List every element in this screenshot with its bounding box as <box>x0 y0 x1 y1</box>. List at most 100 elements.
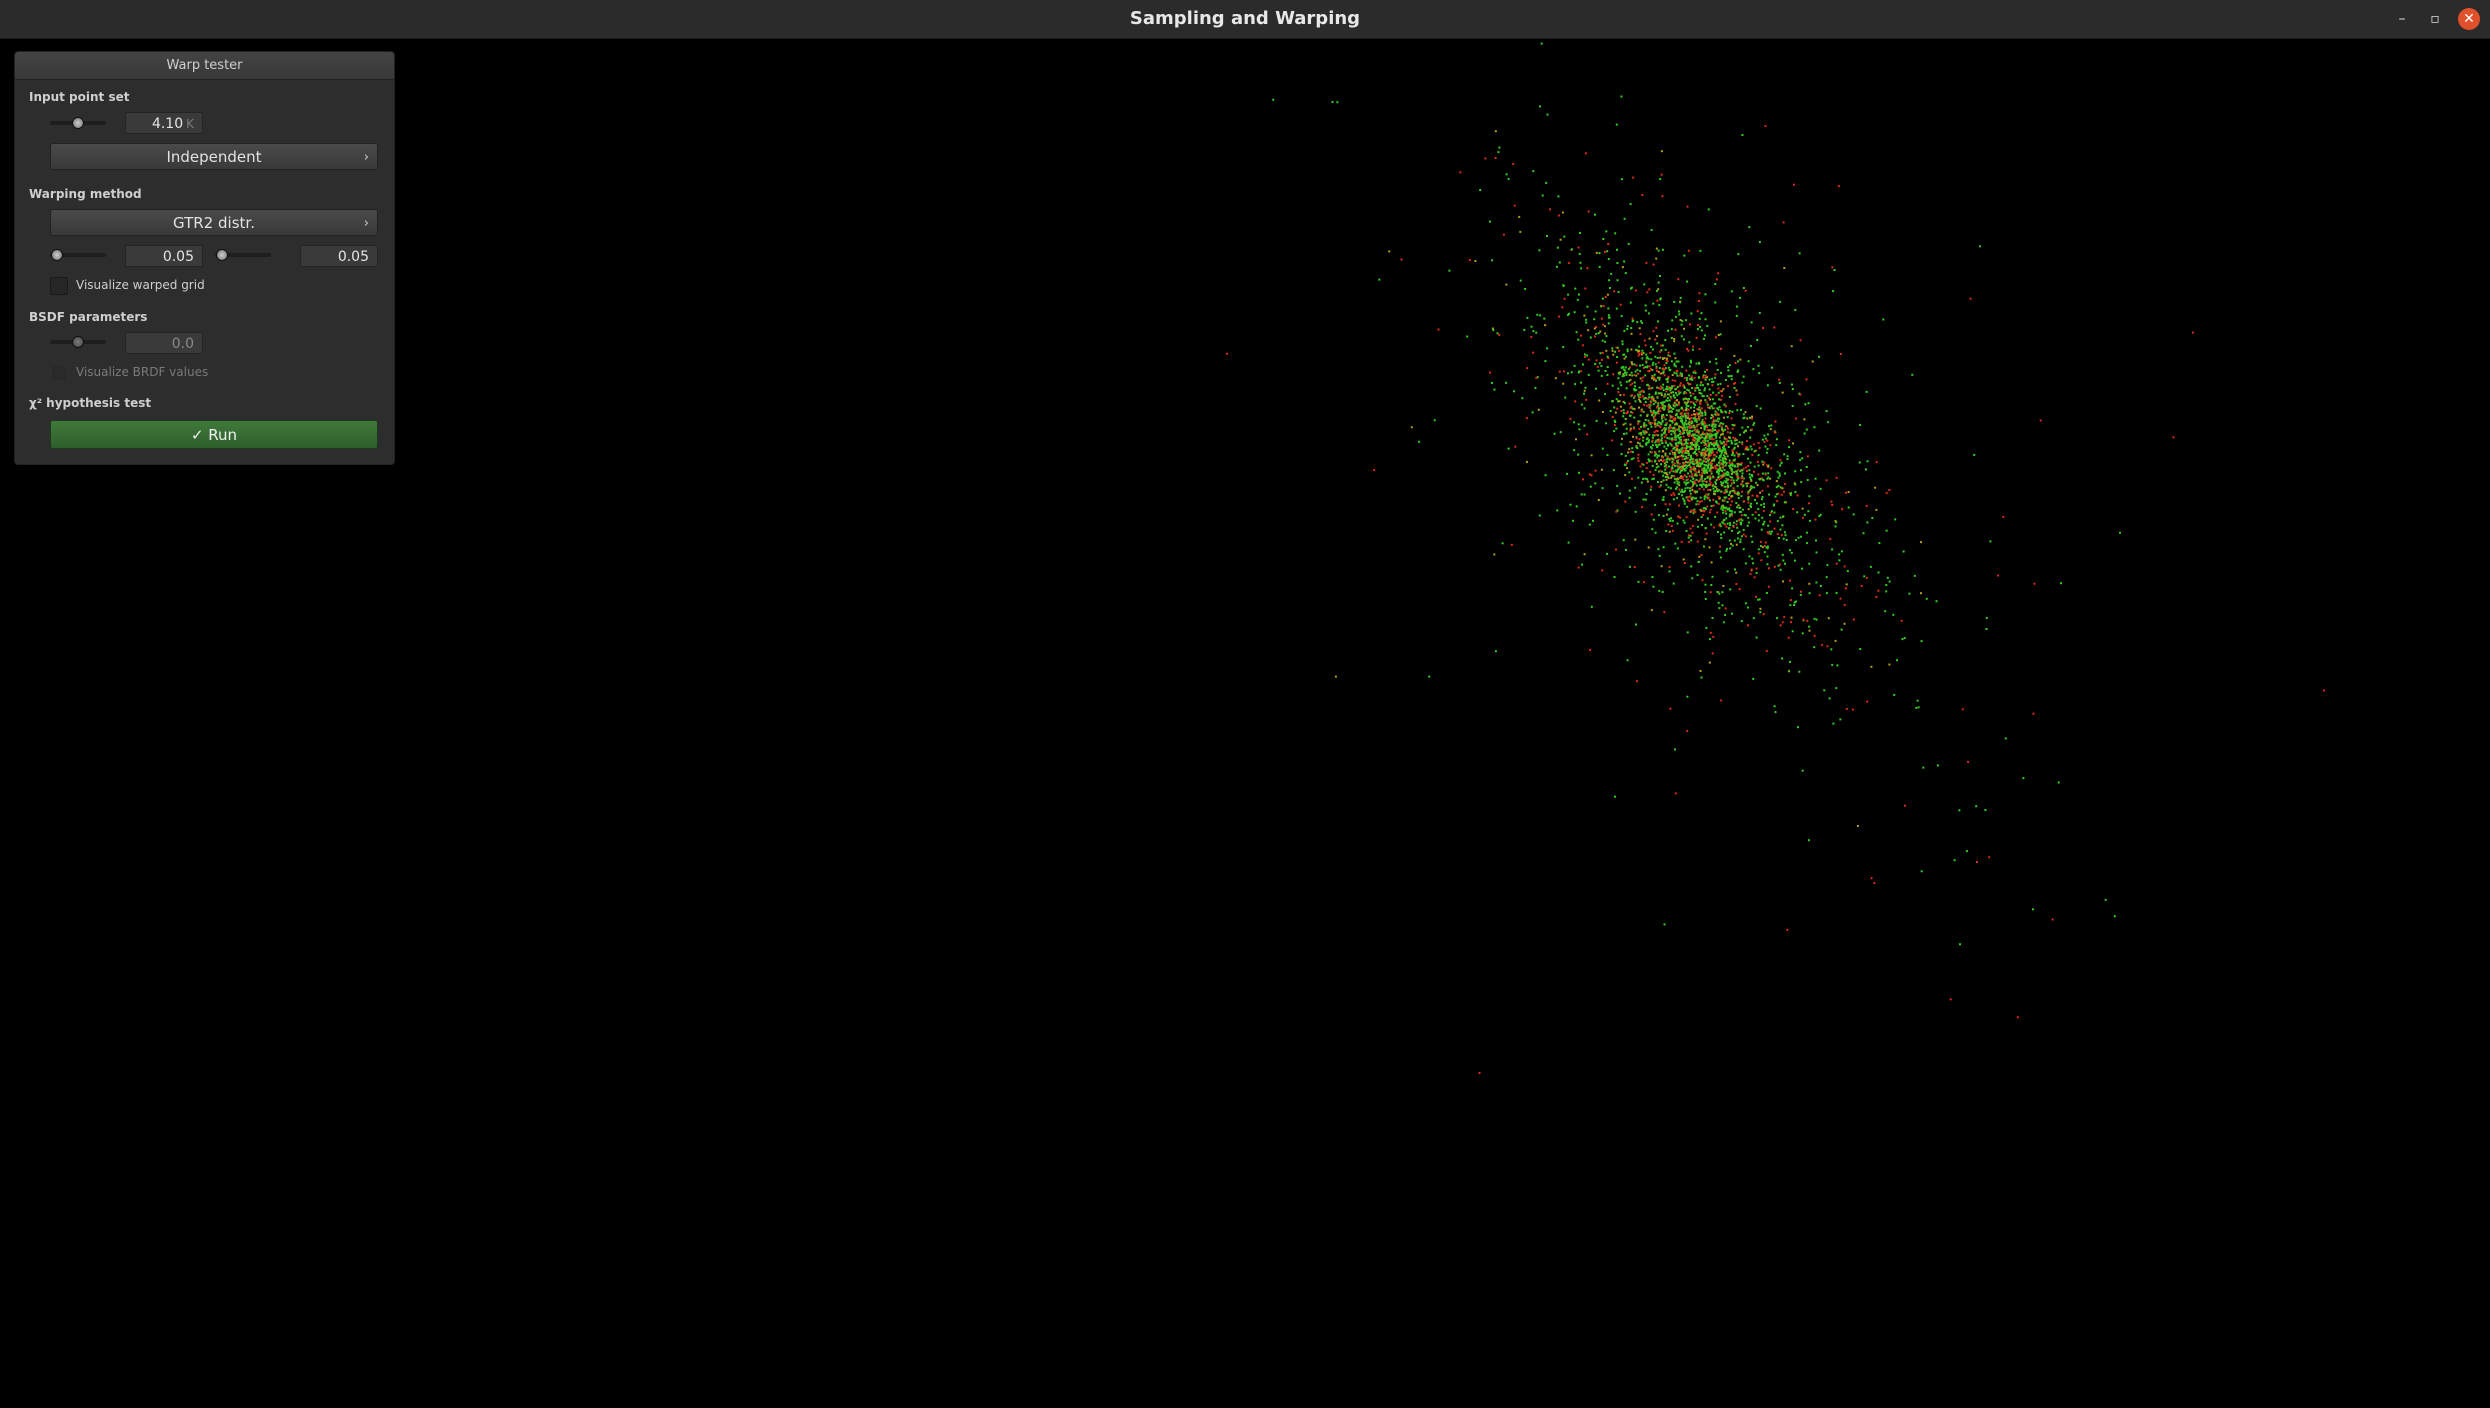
warping-method-dropdown[interactable]: GTR2 distr. › <box>50 209 378 236</box>
sample-point <box>1729 524 1732 527</box>
sample-point <box>1985 617 1988 620</box>
close-icon[interactable]: ✕ <box>2458 8 2480 30</box>
sample-point <box>1747 516 1750 519</box>
sample-point <box>1638 442 1641 445</box>
maximize-icon[interactable]: ▫ <box>2424 8 2446 30</box>
sample-point <box>1701 474 1704 477</box>
sample-point <box>1661 344 1664 347</box>
sample-point <box>1616 262 1619 264</box>
point-count-field[interactable]: 4.10 K <box>125 112 203 134</box>
sample-point <box>1665 427 1667 430</box>
sample-point <box>1558 315 1560 318</box>
sample-point <box>1715 394 1718 396</box>
slider-knob[interactable] <box>216 249 228 261</box>
sample-point <box>1772 504 1775 507</box>
point-set-dropdown[interactable]: Independent › <box>50 143 378 170</box>
sample-point <box>1610 272 1613 275</box>
sample-point <box>1615 510 1618 513</box>
sample-point <box>1701 468 1704 471</box>
sample-point <box>1708 388 1711 391</box>
visualize-grid-checkbox[interactable] <box>50 277 68 295</box>
sample-point <box>1681 488 1684 491</box>
sample-point <box>1663 611 1666 614</box>
run-button[interactable]: ✓ Run <box>50 420 378 449</box>
sample-point <box>1686 377 1689 380</box>
sample-point <box>1691 348 1694 351</box>
warp-param1-slider[interactable] <box>50 248 106 262</box>
sample-point <box>1779 624 1782 627</box>
bsdf-param-field[interactable]: 0.0 <box>125 332 203 354</box>
sample-point <box>1676 522 1679 525</box>
bsdf-param-slider[interactable] <box>50 335 106 349</box>
sample-point <box>1556 509 1559 512</box>
sample-point <box>1869 565 1872 568</box>
sample-point <box>1737 468 1740 471</box>
sample-point <box>1671 374 1674 376</box>
sample-point <box>1657 465 1660 468</box>
sample-point <box>1578 252 1581 255</box>
slider-knob[interactable] <box>72 117 84 129</box>
sample-point <box>1958 809 1961 812</box>
sample-point <box>1650 358 1653 361</box>
sample-point <box>1706 517 1709 520</box>
sample-point <box>1690 486 1693 489</box>
sample-point <box>1623 260 1626 263</box>
sample-point <box>1763 461 1766 464</box>
sample-point <box>1680 418 1683 420</box>
sample-point <box>1646 415 1649 417</box>
sample-point <box>1684 377 1687 380</box>
sample-point <box>1627 368 1630 371</box>
sample-point <box>1847 506 1850 509</box>
sample-point <box>1685 455 1687 458</box>
sample-point <box>1862 532 1865 535</box>
sample-point <box>1669 424 1672 427</box>
sample-point <box>1646 365 1649 368</box>
sample-point <box>1731 482 1733 485</box>
warp-param1-field[interactable]: 0.05 <box>125 245 203 267</box>
sample-point <box>1639 393 1642 396</box>
sample-point <box>1616 279 1619 282</box>
sample-point <box>1700 312 1703 315</box>
panel-title[interactable]: Warp tester <box>15 52 394 80</box>
sample-point <box>1774 495 1777 498</box>
warp-param2-slider[interactable] <box>215 248 271 262</box>
sample-point <box>1631 374 1634 377</box>
sample-point <box>1784 482 1786 485</box>
sample-point <box>1629 406 1632 409</box>
sample-point <box>1656 430 1659 432</box>
visualize-brdf-checkbox[interactable] <box>50 364 68 382</box>
sample-point <box>1722 422 1725 425</box>
sample-point <box>1877 589 1880 592</box>
point-count-slider[interactable] <box>50 116 106 130</box>
sample-point <box>1721 432 1724 435</box>
sample-point <box>1808 562 1811 565</box>
sample-point <box>1619 405 1622 408</box>
sample-point <box>1684 442 1687 445</box>
sample-point <box>1732 525 1735 528</box>
sample-point <box>1751 453 1754 456</box>
sample-point <box>1578 428 1581 431</box>
warp-param2-field[interactable]: 0.05 <box>300 245 378 267</box>
sample-point <box>1694 389 1697 392</box>
sample-point <box>1795 600 1797 603</box>
sample-point <box>1672 582 1675 585</box>
sample-point <box>1659 298 1662 301</box>
sample-point <box>1689 466 1692 469</box>
sample-point <box>1523 328 1526 331</box>
slider-knob[interactable] <box>51 249 63 261</box>
sample-point <box>1664 393 1666 396</box>
sample-point <box>1705 432 1708 435</box>
sample-point <box>1584 287 1587 290</box>
sample-point <box>1631 394 1633 397</box>
sample-point <box>1756 484 1759 487</box>
sample-point <box>1832 290 1835 293</box>
sample-point <box>1711 652 1714 655</box>
sample-point <box>1696 540 1699 543</box>
minimize-icon[interactable]: – <box>2391 8 2413 30</box>
sample-point <box>1689 394 1692 397</box>
sample-point <box>1642 436 1645 439</box>
sample-point <box>1702 453 1705 456</box>
sample-point <box>1740 462 1743 465</box>
slider-knob[interactable] <box>72 336 84 348</box>
sample-point <box>1639 370 1642 373</box>
